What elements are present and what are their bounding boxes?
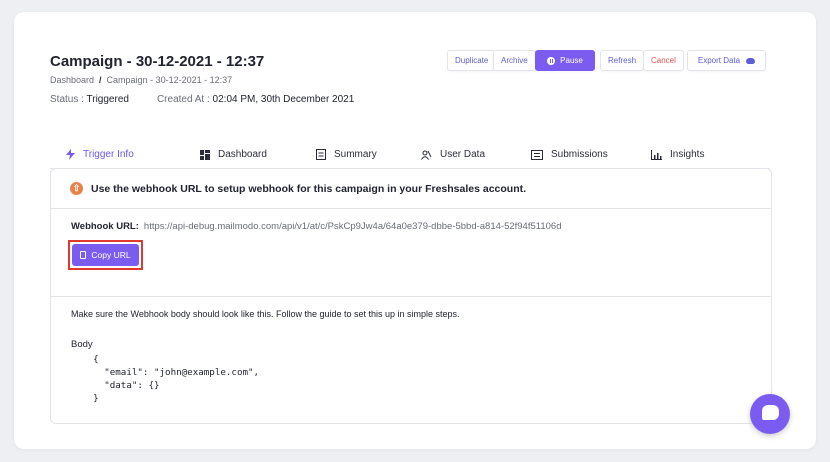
tab-label: User Data (440, 149, 486, 160)
created-label: Created At : (156, 94, 210, 105)
created-info: Created At : 02:04 PM, 30th December 202… (157, 94, 354, 105)
trigger-info-panel: ⇧ Use the webhook URL to setup webhook f… (50, 168, 772, 424)
body-label: Body (71, 339, 93, 350)
status-info: Status : Triggered (50, 94, 129, 105)
copy-url-button[interactable]: Copy URL (72, 244, 139, 266)
webhook-body-section: Make sure the Webhook body should look l… (51, 297, 771, 417)
user-data-icon (421, 150, 432, 160)
copy-url-highlight: Copy URL (68, 240, 143, 270)
tab-bar: Trigger Info Dashboard Summary User Data… (50, 140, 770, 170)
export-data-button[interactable]: Export Data (687, 50, 766, 71)
tab-label: Insights (670, 149, 705, 160)
webhook-icon: ⇧ (70, 182, 83, 195)
cancel-label: Cancel (651, 56, 676, 65)
tab-label: Dashboard (218, 149, 267, 160)
tab-label: Trigger Info (83, 149, 134, 160)
status-row: Status : Triggered Created At : 02:04 PM… (50, 94, 354, 105)
webhook-section: Webhook URL: https://api-debug.mailmodo.… (51, 209, 771, 297)
tab-label: Submissions (551, 149, 608, 160)
panel-heading: ⇧ Use the webhook URL to setup webhook f… (51, 169, 771, 209)
refresh-button[interactable]: Refresh (600, 50, 645, 71)
copy-icon (80, 251, 87, 259)
cloud-upload-icon (746, 57, 756, 64)
submissions-icon (531, 149, 543, 160)
insights-icon (651, 149, 662, 160)
refresh-label: Refresh (608, 56, 637, 65)
tab-user-data[interactable]: User Data (421, 140, 485, 169)
status-value: Triggered (86, 94, 129, 105)
chat-icon (762, 405, 779, 420)
dashboard-icon (200, 149, 210, 160)
duplicate-label: Duplicate (455, 56, 489, 65)
tab-submissions[interactable]: Submissions (531, 140, 608, 169)
webhook-url-label: Webhook URL: (71, 221, 139, 232)
copy-url-label: Copy URL (91, 250, 131, 260)
created-value: 02:04 PM, 30th December 2021 (212, 94, 355, 105)
page-title: Campaign - 30-12-2021 - 12:37 (50, 53, 265, 70)
status-label: Status : (50, 94, 84, 105)
pause-icon (547, 56, 556, 65)
summary-icon (316, 149, 326, 160)
tab-insights[interactable]: Insights (651, 140, 704, 169)
webhook-url-value[interactable]: https://api-debug.mailmodo.com/api/v1/at… (144, 221, 562, 232)
bolt-icon (66, 149, 75, 160)
tab-label: Summary (334, 149, 377, 160)
chat-widget-button[interactable] (750, 394, 790, 434)
panel-heading-text: Use the webhook URL to setup webhook for… (91, 182, 527, 195)
archive-button[interactable]: Archive (493, 50, 536, 71)
tab-summary[interactable]: Summary (316, 140, 377, 169)
webhook-url-row: Webhook URL: https://api-debug.mailmodo.… (71, 221, 561, 232)
tab-trigger-info[interactable]: Trigger Info (66, 140, 162, 170)
export-label: Export Data (697, 56, 741, 65)
breadcrumb: Dashboard / Campaign - 30-12-2021 - 12:3… (50, 75, 232, 85)
breadcrumb-dashboard-link[interactable]: Dashboard (50, 75, 94, 85)
breadcrumb-current: Campaign - 30-12-2021 - 12:37 (106, 75, 233, 85)
cancel-button[interactable]: Cancel (643, 50, 684, 71)
breadcrumb-separator: / (99, 75, 102, 85)
instructions-text: Make sure the Webhook body should look l… (71, 309, 460, 319)
pause-label: Pause (560, 56, 583, 65)
tab-dashboard[interactable]: Dashboard (200, 140, 267, 169)
campaign-card: Campaign - 30-12-2021 - 12:37 Dashboard … (14, 12, 816, 449)
duplicate-button[interactable]: Duplicate (447, 50, 497, 71)
archive-label: Archive (501, 56, 528, 65)
body-code-block: { "email": "john@example.com", "data": {… (93, 354, 260, 404)
pause-button[interactable]: Pause (535, 50, 595, 71)
